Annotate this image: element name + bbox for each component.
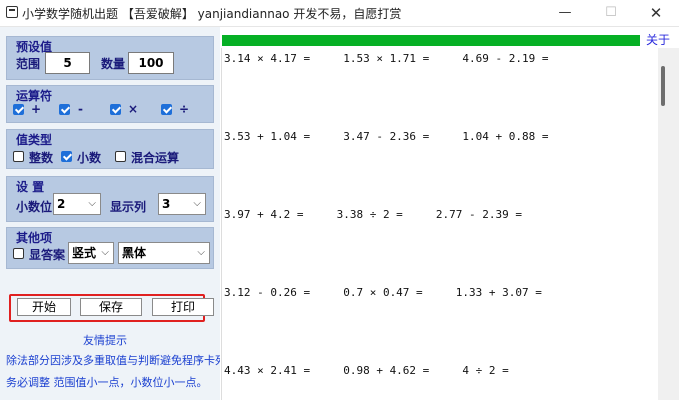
range-input[interactable]: 5 (45, 52, 90, 74)
question-row: 4.43 × 2.41 = 0.98 + 4.62 = 4 ÷ 2 = (224, 364, 509, 377)
maximize-button[interactable]: ☐ (588, 0, 634, 26)
question-row: 3.14 × 4.17 = 1.53 × 1.71 = 4.69 - 2.19 … (224, 52, 549, 65)
mixed-checkbox[interactable] (115, 151, 126, 162)
chevron-down-icon: ⌵ (101, 247, 109, 258)
minus-label: - (78, 102, 83, 116)
question-output[interactable] (221, 48, 659, 400)
progress-fill (222, 35, 640, 46)
title-bar: 小学数学随机出题 【吾爱破解】 yanjiandiannao 开发不易，自愿打赏… (0, 0, 679, 27)
count-label: 数量 (101, 57, 126, 71)
show-answer-checkbox[interactable] (13, 248, 24, 259)
divide-label: ÷ (179, 102, 190, 116)
settings-title: 设 置 (16, 180, 45, 194)
integer-checkbox[interactable] (13, 151, 24, 162)
plus-label: + (31, 102, 42, 116)
columns-label: 显示列 (110, 200, 147, 214)
decimals-label: 小数位 (16, 200, 53, 214)
chevron-down-icon: ⌵ (197, 247, 205, 258)
multiply-label: × (128, 102, 139, 116)
value-type-title: 值类型 (16, 133, 53, 147)
format-select[interactable]: 竖式 ⌵ (68, 242, 114, 264)
columns-value: 3 (162, 197, 171, 211)
minimize-button[interactable]: — (542, 0, 588, 26)
count-input[interactable]: 100 (128, 52, 174, 74)
decimals-select[interactable]: 2 ⌵ (53, 193, 101, 215)
multiply-checkbox[interactable] (110, 104, 121, 115)
window-title: 小学数学随机出题 【吾爱破解】 yanjiandiannao 开发不易，自愿打赏 (22, 7, 402, 21)
scrollbar-thumb[interactable] (661, 66, 665, 106)
tips-title: 友情提示 (83, 334, 127, 347)
decimal-checkbox[interactable] (61, 151, 72, 162)
font-select[interactable]: 黑体 ⌵ (118, 242, 210, 264)
divide-checkbox[interactable] (161, 104, 172, 115)
integer-label: 整数 (29, 151, 54, 165)
other-title: 其他项 (16, 231, 53, 245)
range-label: 范围 (16, 57, 41, 71)
mixed-label: 混合运算 (131, 151, 180, 165)
minus-checkbox[interactable] (59, 104, 70, 115)
start-button[interactable]: 开始 (17, 298, 71, 316)
question-row: 3.97 + 4.2 = 3.38 ÷ 2 = 2.77 - 2.39 = (224, 208, 523, 221)
close-button[interactable]: ✕ (633, 0, 679, 26)
decimal-label: 小数 (77, 151, 102, 165)
chevron-down-icon: ⌵ (88, 198, 96, 209)
question-row: 3.53 + 1.04 = 3.47 - 2.36 = 1.04 + 0.88 … (224, 130, 549, 143)
save-button[interactable]: 保存 (80, 298, 142, 316)
tips-line-1: 除法部分因涉及多重取值与判断避免程序卡死 (6, 354, 226, 367)
font-value: 黑体 (122, 246, 147, 260)
show-answer-label: 显答案 (29, 248, 66, 262)
plus-checkbox[interactable] (13, 104, 24, 115)
progress-bar (222, 35, 640, 46)
chevron-down-icon: ⌵ (193, 198, 201, 209)
about-link[interactable]: 关于 (646, 31, 670, 48)
question-row: 3.12 - 0.26 = 0.7 × 0.47 = 1.33 + 3.07 = (224, 286, 542, 299)
columns-select[interactable]: 3 ⌵ (158, 193, 206, 215)
decimals-value: 2 (57, 197, 66, 211)
format-value: 竖式 (72, 246, 97, 260)
print-button[interactable]: 打印 (152, 298, 214, 316)
app-icon (6, 6, 18, 18)
tips-line-2: 务必调整 范围值小一点，小数位小一点。 (6, 376, 208, 389)
